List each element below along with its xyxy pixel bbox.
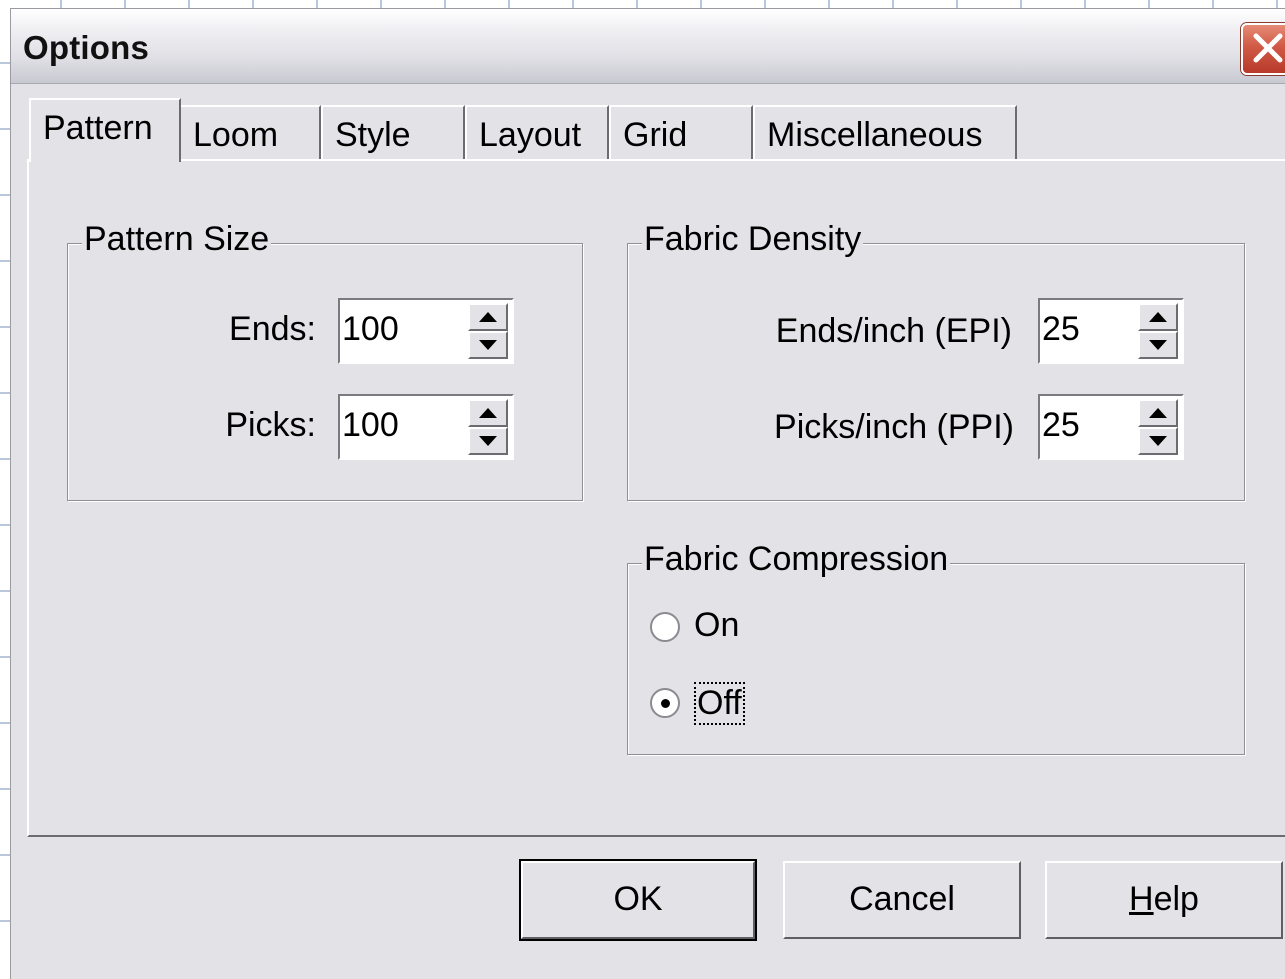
tab-loom-label: Loom <box>193 116 279 154</box>
help-button-mnemonic: H <box>1129 880 1154 918</box>
tab-panel-pattern: Pattern Size Ends: Picks: <box>27 159 1285 837</box>
triangle-down-icon <box>1149 340 1167 350</box>
ends-label: Ends: <box>229 310 316 348</box>
triangle-up-icon <box>1149 408 1167 418</box>
epi-input[interactable] <box>1042 302 1126 356</box>
ok-button[interactable]: OK <box>521 861 755 939</box>
fabric-compression-legend: Fabric Compression <box>642 540 951 579</box>
triangle-down-icon <box>1149 436 1167 446</box>
ends-input[interactable] <box>342 302 452 356</box>
tab-pattern-label: Pattern <box>43 109 153 147</box>
ends-spin-down-button[interactable] <box>468 331 508 359</box>
help-button[interactable]: Help <box>1045 861 1283 939</box>
help-button-label: elp <box>1153 880 1199 918</box>
fabric-density-group: Fabric Density Ends/inch (EPI) Picks/inc… <box>627 220 1245 501</box>
tab-grid[interactable]: Grid <box>609 105 753 161</box>
epi-spin-up-button[interactable] <box>1138 303 1178 331</box>
background-ruler-left <box>0 0 10 960</box>
tab-style-label: Style <box>335 116 411 154</box>
ok-button-label: OK <box>613 880 663 918</box>
radio-selected-dot <box>661 699 670 708</box>
epi-spin-buttons <box>1138 303 1178 359</box>
ppi-label: Picks/inch (PPI) <box>774 408 1014 446</box>
triangle-up-icon <box>479 312 497 322</box>
picks-spin-up-button[interactable] <box>468 399 508 427</box>
picks-spin-down-button[interactable] <box>468 427 508 455</box>
ppi-input[interactable] <box>1042 398 1126 452</box>
tab-layout-label: Layout <box>479 116 582 154</box>
epi-spinbox <box>1038 298 1184 364</box>
tab-style[interactable]: Style <box>321 105 465 161</box>
radio-on[interactable]: On <box>650 606 850 650</box>
dialog-title: Options <box>23 29 150 66</box>
radio-off[interactable]: Off <box>650 682 850 726</box>
radio-off-circle[interactable] <box>650 688 680 718</box>
ends-spin-buttons <box>468 303 508 359</box>
fabric-density-legend: Fabric Density <box>642 220 864 259</box>
close-icon <box>1253 33 1283 63</box>
title-bar[interactable]: Options <box>11 9 1285 84</box>
tab-grid-label: Grid <box>623 116 688 154</box>
picks-spinbox <box>338 394 514 460</box>
fabric-compression-group: Fabric Compression On Off <box>627 540 1245 755</box>
cancel-button[interactable]: Cancel <box>783 861 1021 939</box>
ppi-spin-down-button[interactable] <box>1138 427 1178 455</box>
tab-miscellaneous-label: Miscellaneous <box>767 116 983 154</box>
ends-spinbox <box>338 298 514 364</box>
triangle-up-icon <box>1149 312 1167 322</box>
radio-on-label: On <box>694 606 740 644</box>
ppi-spinbox <box>1038 394 1184 460</box>
pattern-size-group: Pattern Size Ends: Picks: <box>67 220 583 501</box>
tab-miscellaneous[interactable]: Miscellaneous <box>753 105 1017 161</box>
picks-label: Picks: <box>225 406 316 444</box>
epi-label: Ends/inch (EPI) <box>775 312 1012 350</box>
ppi-spin-up-button[interactable] <box>1138 399 1178 427</box>
triangle-down-icon <box>479 340 497 350</box>
pattern-size-legend: Pattern Size <box>82 220 272 259</box>
ends-spin-up-button[interactable] <box>468 303 508 331</box>
triangle-down-icon <box>479 436 497 446</box>
picks-spin-buttons <box>468 399 508 455</box>
tab-layout[interactable]: Layout <box>465 105 609 161</box>
cancel-button-label: Cancel <box>849 880 955 918</box>
background-ruler-top <box>0 0 1285 8</box>
radio-on-circle[interactable] <box>650 612 680 642</box>
triangle-up-icon <box>479 408 497 418</box>
tab-loom[interactable]: Loom <box>179 105 321 161</box>
tab-pattern[interactable]: Pattern <box>29 98 181 162</box>
close-button[interactable] <box>1241 23 1285 75</box>
epi-spin-down-button[interactable] <box>1138 331 1178 359</box>
radio-off-label: Off <box>694 682 745 725</box>
options-dialog: Options Pattern Loom Style Layout Grid M… <box>10 8 1285 979</box>
ppi-spin-buttons <box>1138 399 1178 455</box>
picks-input[interactable] <box>342 398 452 452</box>
